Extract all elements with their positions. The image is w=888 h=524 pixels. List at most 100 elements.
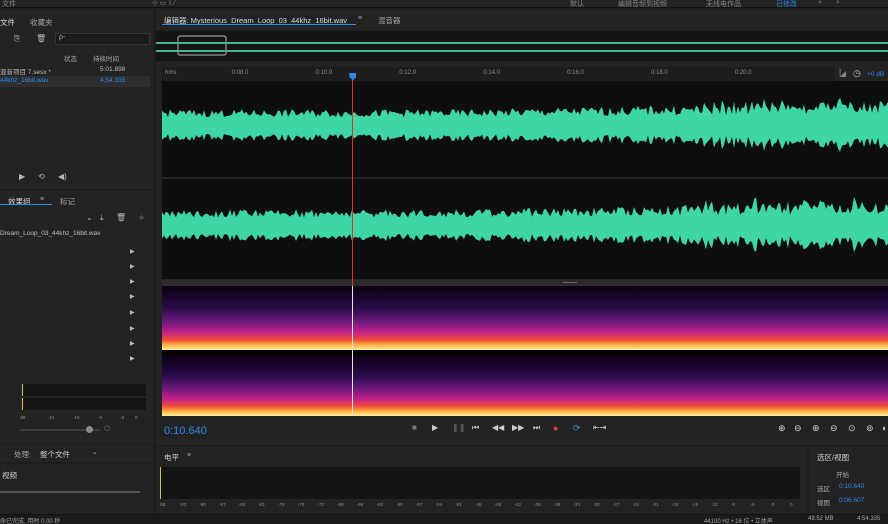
- video-panel: 视频: [0, 464, 153, 514]
- tab-effects-rack[interactable]: 效果组: [8, 196, 31, 207]
- stop-icon[interactable]: ■: [412, 423, 417, 432]
- effect-slot-arrow[interactable]: ▶: [130, 309, 135, 316]
- clip-name: Dream_Loop_03_44khz_16bit.wav: [0, 230, 101, 237]
- selection-tool-icon[interactable]: ⊹ ▭ ⌇ ⁄: [152, 0, 175, 7]
- level-tick-label: -63: [376, 502, 384, 507]
- level-meter-scale: dB -93 -90 -87 -84 -81 -78 -75 -72 -69 -66 -63 -60 -5…: [160, 502, 800, 510]
- level-tick-label: -78: [278, 502, 285, 507]
- effects-input-meter: [22, 384, 146, 396]
- selection-start-value[interactable]: 0:10.640: [839, 483, 864, 490]
- trash-icon[interactable]: 🗑: [116, 213, 126, 222]
- effect-slot-arrow[interactable]: ▶: [130, 248, 135, 255]
- file-size: 49.52 MB: [808, 516, 834, 522]
- effect-slot-arrow[interactable]: ▶: [130, 340, 135, 347]
- pause-icon[interactable]: ❚❚: [452, 423, 465, 432]
- level-tick-label: -18: [671, 502, 679, 507]
- transport-controls: ■ ▶ ❚❚ ⏮ ◀◀ ▶▶ ⏭ ● ⟳ ⇤⇥: [412, 423, 612, 437]
- menu-file[interactable]: 文件: [2, 0, 16, 7]
- level-tick-label: -6: [750, 502, 755, 507]
- loop-icon[interactable]: ⟳: [573, 423, 581, 434]
- effect-slot-arrow[interactable]: ▶: [130, 355, 135, 362]
- spectral-view[interactable]: [162, 286, 888, 416]
- play-preview-icon[interactable]: ▶: [19, 172, 25, 181]
- tab-markers[interactable]: 标记: [60, 196, 75, 207]
- clock-icon[interactable]: ◷: [853, 68, 861, 79]
- ruler-tick-label: 0:10.0: [315, 70, 333, 76]
- selection-label: 选区: [817, 486, 830, 493]
- effect-slot-arrow[interactable]: ▶: [130, 293, 135, 300]
- level-tick-label: -84: [238, 502, 246, 507]
- overview-viewport[interactable]: [177, 35, 227, 56]
- power-icon[interactable]: ⏻: [104, 424, 110, 434]
- zoom-controls: ⊕ ⊖ ⊕ ⊖ ⊙ ⊚ ◐: [776, 423, 888, 437]
- current-time-display[interactable]: 0:10.640: [164, 425, 207, 437]
- level-tick-label: -60: [396, 502, 403, 507]
- waveform-svg: [162, 97, 888, 253]
- zoom-full-icon[interactable]: ⊙: [848, 423, 856, 434]
- search-input[interactable]: ρ-: [55, 33, 150, 45]
- menu-icon[interactable]: ≡: [40, 196, 44, 203]
- level-tick-label: -90: [199, 502, 206, 507]
- process-select[interactable]: 整个文件: [40, 449, 70, 460]
- star-icon[interactable]: ★: [138, 213, 145, 222]
- zoom-in-time-icon[interactable]: ⊕: [812, 423, 820, 434]
- workspace-default[interactable]: 默认: [570, 0, 584, 7]
- menu-icon[interactable]: ≡: [358, 15, 362, 22]
- zoom-out-time-icon[interactable]: ⊖: [830, 423, 838, 434]
- zoom-in-left-icon[interactable]: ◐: [882, 423, 887, 433]
- file-row-selected[interactable]: 44khz_16bit.wav 4:54.335: [0, 76, 150, 87]
- effects-meter-scale: dB -21 -15 -9 -3 0: [20, 415, 138, 420]
- chevron-down-icon[interactable]: ⌄: [86, 213, 93, 222]
- levels-panel: 电平 ≡ dB -93 -90 -87 -84 -81 -78 -75 -72 -69 -66 -63…: [156, 447, 806, 514]
- skip-selection-icon[interactable]: ⇤⇥: [593, 423, 606, 432]
- go-to-start-icon[interactable]: ⏮: [472, 423, 479, 433]
- workspace-edit-video[interactable]: 编辑音频到视频: [618, 0, 667, 7]
- fast-forward-icon[interactable]: ▶▶: [512, 423, 524, 432]
- save-preset-icon[interactable]: ⤓: [100, 213, 104, 223]
- time-ruler[interactable]: hms 0:08.0 0:10.0 0:12.0 0:14.0 0:16.0 0:18.0…: [162, 67, 835, 81]
- import-file-icon[interactable]: ⎘: [14, 34, 20, 44]
- overview-bar[interactable]: [156, 31, 888, 61]
- file-name: 混音项目 7.sesx *: [0, 69, 51, 76]
- tab-mixer[interactable]: 混音器: [378, 15, 401, 26]
- waveform-view[interactable]: [162, 81, 888, 279]
- effect-slot-arrow[interactable]: ▶: [130, 263, 135, 270]
- tab-favorites[interactable]: 收藏夹: [30, 17, 53, 28]
- search-icon[interactable]: ⌕: [836, 0, 840, 7]
- zoom-selection-icon[interactable]: ⊚: [866, 423, 874, 434]
- play-icon[interactable]: ▶: [432, 423, 438, 432]
- ruler-tick-label: 0:08.0: [231, 70, 249, 76]
- files-panel: 文件 收藏夹 ⎘ 🗑 ρ- 状态 持续时间 混音项目 7.sesx * 5:01…: [0, 9, 153, 189]
- effect-slot-arrow[interactable]: ▶: [130, 325, 135, 332]
- workspace-modified[interactable]: 已修改: [776, 0, 797, 7]
- zoom-in-amplitude-icon[interactable]: ⊕: [778, 423, 786, 434]
- zoom-out-amplitude-icon[interactable]: ⊖: [794, 423, 802, 434]
- file-row[interactable]: 混音项目 7.sesx * 5:01.898: [0, 65, 150, 76]
- mix-slider-handle[interactable]: [86, 426, 93, 433]
- column-duration[interactable]: 持续时间: [93, 53, 119, 63]
- workspace-radio[interactable]: 无线电作品: [706, 0, 741, 7]
- effect-slot-arrow[interactable]: ▶: [130, 278, 135, 285]
- loop-preview-icon[interactable]: ⟲: [38, 172, 45, 181]
- trash-icon[interactable]: 🗑: [36, 34, 46, 43]
- level-tick-label: -3: [770, 502, 775, 507]
- ruler-tick-label: 0:20.0: [734, 70, 752, 76]
- volume-icon[interactable]: ◀): [58, 172, 67, 181]
- menu-icon[interactable]: ≡: [187, 452, 191, 459]
- level-tick-label: -66: [356, 502, 364, 507]
- go-to-end-icon[interactable]: ⏭: [533, 423, 540, 433]
- status-bar: 命已完成, 用时 0.00 秒 44100 Hz • 16 位 • 立体声 49…: [0, 514, 888, 524]
- level-tick-label: -36: [553, 502, 561, 507]
- tab-files[interactable]: 文件: [0, 17, 15, 28]
- chevron-double-right-icon[interactable]: »: [818, 0, 822, 6]
- playhead[interactable]: [352, 75, 354, 287]
- record-icon[interactable]: ●: [553, 423, 558, 433]
- effects-rack-panel: 效果组 ≡ 标记 ⌄ ⤓ 🗑 ★ Dream_Loop_03_44khz_16b…: [0, 191, 153, 444]
- rewind-icon[interactable]: ◀◀: [492, 423, 504, 432]
- chevron-down-icon[interactable]: ⌄: [92, 448, 98, 456]
- selection-view-panel: 选区/视图 开始 选区 0:10.640 视图 0:06.607: [809, 447, 888, 514]
- amplitude-icon[interactable]: ◢: [840, 69, 846, 78]
- column-status[interactable]: 状态: [64, 53, 77, 63]
- view-start-value[interactable]: 0:06.607: [839, 497, 864, 504]
- ruler-tick-label: 0:12.0: [399, 70, 417, 76]
